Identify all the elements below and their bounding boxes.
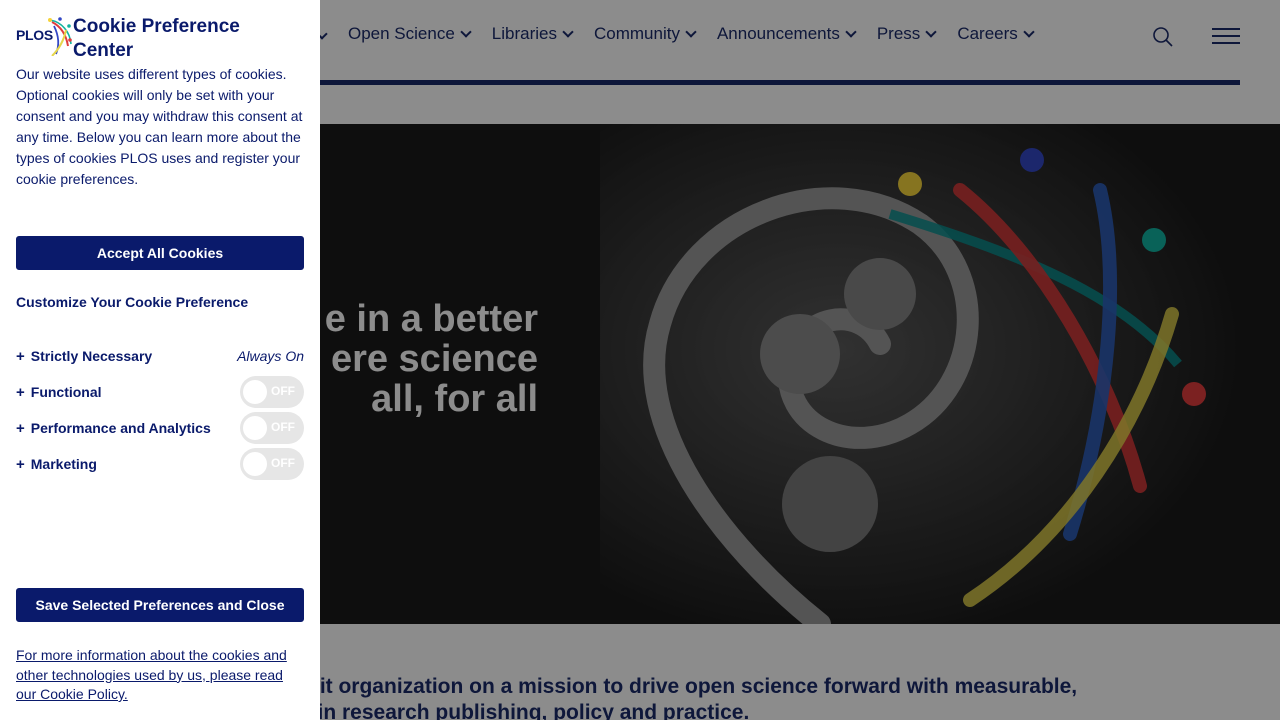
save-preferences-button[interactable]: Save Selected Preferences and Close — [16, 588, 304, 622]
pref-functional[interactable]: + Functional OFF — [16, 376, 304, 408]
expand-plus-icon: + — [16, 347, 25, 365]
marketing-toggle[interactable]: OFF — [240, 448, 304, 480]
panel-title: Cookie Preference Center — [73, 16, 240, 61]
functional-toggle[interactable]: OFF — [240, 376, 304, 408]
pref-label-text: Performance and Analytics — [30, 420, 211, 436]
cookie-preference-panel: PLOS Cookie Preference Center Our websit… — [0, 0, 320, 720]
toggle-knob — [243, 416, 267, 440]
toggle-state-label: OFF — [271, 384, 295, 398]
toggle-knob — [243, 380, 267, 404]
pref-marketing[interactable]: + Marketing OFF — [16, 448, 304, 480]
pref-label[interactable]: + Performance and Analytics — [16, 420, 211, 437]
always-on-status: Always On — [237, 348, 304, 364]
panel-header: PLOS Cookie Preference Center — [16, 16, 273, 63]
pref-label-text: Strictly Necessary — [30, 348, 153, 364]
expand-plus-icon: + — [16, 419, 25, 437]
toggle-state-label: OFF — [271, 456, 295, 470]
toggle-knob — [243, 452, 267, 476]
pref-label[interactable]: + Functional — [16, 384, 102, 401]
plos-logo: PLOS — [16, 16, 72, 56]
pref-performance-analytics[interactable]: + Performance and Analytics OFF — [16, 412, 304, 444]
panel-description: Our website uses different types of cook… — [16, 66, 303, 187]
expand-plus-icon: + — [16, 383, 25, 401]
pref-strictly-necessary[interactable]: + Strictly Necessary Always On — [16, 340, 304, 372]
logo-text: PLOS — [16, 27, 53, 43]
expand-plus-icon: + — [16, 455, 25, 473]
toggle-state-label: OFF — [271, 420, 295, 434]
pref-label[interactable]: + Strictly Necessary — [16, 348, 152, 365]
accept-all-cookies-button[interactable]: Accept All Cookies — [16, 236, 304, 270]
performance-analytics-toggle[interactable]: OFF — [240, 412, 304, 444]
customize-heading: Customize Your Cookie Preference — [16, 294, 249, 310]
pref-label-text: Functional — [30, 384, 102, 400]
pref-label[interactable]: + Marketing — [16, 456, 97, 473]
cookie-policy-link[interactable]: For more information about the cookies a… — [16, 646, 306, 705]
pref-label-text: Marketing — [30, 456, 97, 472]
